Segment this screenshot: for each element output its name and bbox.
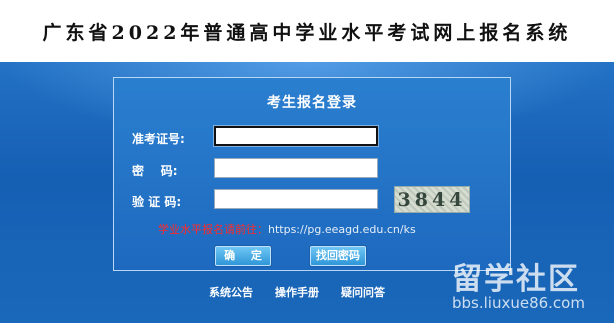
watermark: 留学社区 bbs.liuxue86.com xyxy=(448,254,608,318)
footer-link-faq[interactable]: 疑问问答 xyxy=(341,284,385,300)
password-input[interactable] xyxy=(214,158,378,178)
confirm-button[interactable]: 确 定 xyxy=(215,246,271,266)
footer-link-announcements[interactable]: 系统公告 xyxy=(209,284,253,300)
login-title: 考生报名登录 xyxy=(267,95,357,111)
page-title: 广东省2022年普通高中学业水平考试网上报名系统 xyxy=(42,21,572,44)
notice-link[interactable]: https://pg.eeagd.edu.cn/ks xyxy=(268,223,416,236)
watermark-url: bbs.liuxue86.com xyxy=(452,294,585,312)
captcha-noise xyxy=(395,187,469,212)
login-panel: 考生报名登录 准考证号: 密 码: 验 证 码: 3844 学业水平报名请前往：… xyxy=(113,77,511,271)
find-password-button[interactable]: 找回密码 xyxy=(310,246,366,266)
site-header: 广东省2022年普通高中学业水平考试网上报名系统 xyxy=(0,0,614,62)
verify-code-label: 验 证 码: xyxy=(132,195,182,209)
captcha-image[interactable]: 3844 xyxy=(394,186,470,213)
notice-label: 学业水平报名请前往： xyxy=(158,223,268,236)
footer-nav: 系统公告 操作手册 疑问问答 xyxy=(209,284,385,300)
footer-link-manual[interactable]: 操作手册 xyxy=(275,284,319,300)
registration-notice: 学业水平报名请前往：https://pg.eeagd.edu.cn/ks xyxy=(158,221,416,237)
password-label: 密 码: xyxy=(132,164,178,178)
watermark-title: 留学社区 xyxy=(452,262,580,297)
exam-id-label: 准考证号: xyxy=(132,132,185,146)
verify-code-input[interactable] xyxy=(214,189,378,209)
exam-id-input[interactable] xyxy=(214,126,378,146)
